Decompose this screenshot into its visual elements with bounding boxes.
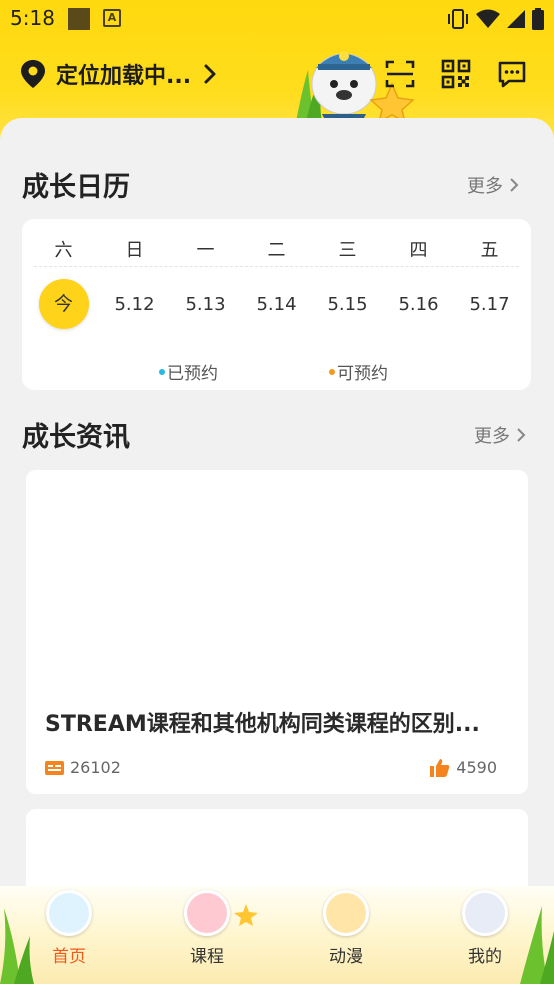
tab-mine[interactable]: 我的 <box>445 890 525 967</box>
legend-available-label: 可预约 <box>337 364 388 384</box>
news-title: 成长资讯 <box>22 422 130 453</box>
header-actions <box>384 58 528 90</box>
weekday-label: 五 <box>480 240 499 261</box>
courses-tab-icon <box>184 890 230 936</box>
news-likes[interactable]: 4590 <box>430 758 497 777</box>
calendar-divider <box>34 266 519 267</box>
weekday-label: 日 <box>125 240 144 261</box>
notification-icon <box>68 8 90 30</box>
vibrate-icon <box>448 9 468 29</box>
date-cell[interactable]: 5.13 <box>176 294 236 315</box>
location-pin-icon <box>21 60 45 88</box>
tab-anime-label: 动漫 <box>329 947 363 967</box>
date-cell[interactable]: 5.17 <box>460 294 520 315</box>
qrcode-icon <box>441 59 471 89</box>
weekday-label: 一 <box>196 240 215 261</box>
location-selector[interactable]: 定位加载中... <box>20 58 219 90</box>
news-card[interactable]: STREAM课程和其他机构同类课程的区别... 26102 4590 <box>26 470 528 794</box>
tab-courses[interactable]: 课程 <box>167 890 247 967</box>
tab-courses-label: 课程 <box>190 947 224 967</box>
battery-icon <box>532 8 544 30</box>
date-cell[interactable]: 5.12 <box>105 294 165 315</box>
message-icon <box>498 61 526 88</box>
news-views: 26102 <box>45 758 121 777</box>
available-dot <box>329 368 335 375</box>
tab-mine-label: 我的 <box>468 947 502 967</box>
booked-dot <box>159 368 165 375</box>
home-tab-icon <box>46 890 92 936</box>
news-more-link[interactable]: 更多 <box>474 422 526 448</box>
weekday-label: 六 <box>54 240 73 261</box>
chevron-right-icon <box>204 64 216 84</box>
today-marker: 今 <box>38 279 89 329</box>
date-row: 今 5.12 5.13 5.14 5.15 5.16 5.17 <box>22 279 531 329</box>
tab-home[interactable]: 首页 <box>29 890 109 967</box>
weekday-label: 二 <box>267 240 286 261</box>
views-count: 26102 <box>70 758 121 777</box>
bottom-tab-bar: 首页 课程 动漫 我的 <box>0 886 554 984</box>
status-time: 5:18 <box>10 6 55 30</box>
thumbs-up-icon <box>430 759 450 777</box>
wifi-icon <box>476 9 500 28</box>
chevron-right-icon <box>517 428 526 442</box>
calendar-title: 成长日历 <box>22 172 130 203</box>
legend-booked: 已预约 <box>159 359 218 384</box>
views-icon <box>45 760 64 775</box>
font-notification-icon: A <box>103 9 121 27</box>
date-cell-today[interactable]: 今 <box>34 279 94 329</box>
weekday-label: 三 <box>338 240 357 261</box>
scan-icon <box>385 60 415 88</box>
likes-count: 4590 <box>456 758 497 777</box>
mine-tab-icon <box>462 890 508 936</box>
weekday-row: 六 日 一 二 三 四 五 <box>22 236 531 262</box>
main-content: 成长日历 更多 六 日 一 二 三 四 五 今 5.12 5.13 5.14 5… <box>0 118 554 909</box>
status-bar: 5:18 A <box>0 0 554 38</box>
calendar-more-label: 更多 <box>467 176 503 197</box>
tab-home-label: 首页 <box>52 947 86 967</box>
news-item-title: STREAM课程和其他机构同类课程的区别... <box>45 712 480 737</box>
status-icons <box>446 8 544 30</box>
message-button[interactable] <box>496 58 528 90</box>
date-cell[interactable]: 5.14 <box>247 294 307 315</box>
location-text: 定位加载中... <box>56 64 192 89</box>
qrcode-button[interactable] <box>440 58 472 90</box>
tab-anime[interactable]: 动漫 <box>306 890 386 967</box>
date-cell[interactable]: 5.16 <box>389 294 449 315</box>
news-more-label: 更多 <box>474 426 510 447</box>
scan-button[interactable] <box>384 58 416 90</box>
legend-booked-label: 已预约 <box>167 364 218 384</box>
weekday-label: 四 <box>409 240 428 261</box>
anime-tab-icon <box>323 890 369 936</box>
calendar-card: 六 日 一 二 三 四 五 今 5.12 5.13 5.14 5.15 5.16… <box>22 219 531 390</box>
date-cell[interactable]: 5.15 <box>318 294 378 315</box>
legend-available: 可预约 <box>329 359 388 384</box>
signal-icon <box>507 10 525 28</box>
chevron-right-icon <box>510 178 519 192</box>
calendar-more-link[interactable]: 更多 <box>467 172 519 198</box>
